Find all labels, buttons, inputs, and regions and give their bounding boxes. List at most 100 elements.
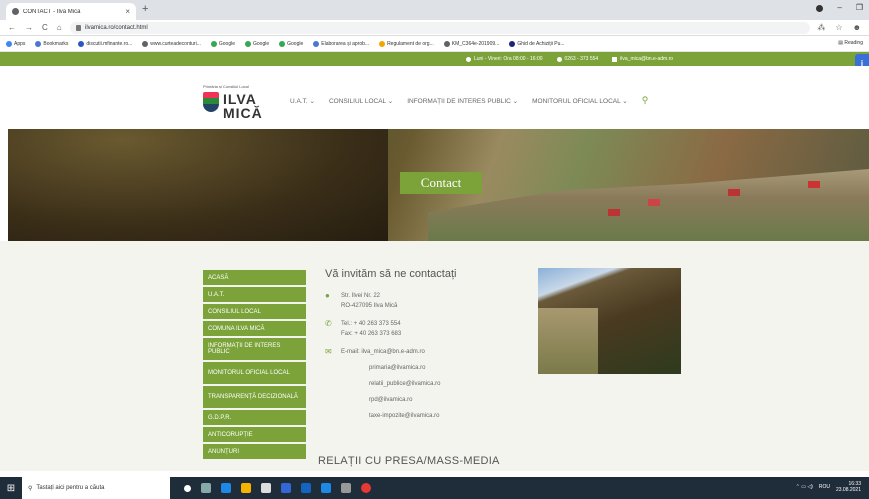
clock[interactable]: 16:33 23.08.2021 [836, 481, 861, 493]
email-link[interactable]: rpd@ilvamica.ro [369, 397, 412, 403]
new-tab-icon[interactable]: + [142, 3, 148, 15]
home-icon[interactable]: ⌂ [57, 23, 62, 32]
url-field[interactable]: ilvamica.ro/contact.html [70, 22, 810, 34]
edge-icon[interactable] [221, 483, 231, 493]
hours-info: Luni - Vineri: Ora 08:00 - 16:00 [465, 56, 543, 62]
bookmark-label: Apps [14, 40, 26, 47]
reload-icon[interactable]: C [42, 23, 48, 32]
top-info-bar: Luni - Vineri: Ora 08:00 - 16:00 0263 - … [0, 52, 869, 66]
coat-of-arms-icon [203, 92, 219, 112]
main-nav: U.A.T. ⌄ CONSILIUL LOCAL ⌄ INFORMAȚII DE… [290, 95, 649, 106]
browser-tab[interactable]: CONTACT - Ilva Mică × [6, 3, 136, 20]
language-indicator[interactable]: ROU [819, 484, 830, 490]
phone-info[interactable]: 0263 - 373 554 [556, 56, 598, 62]
translate-icon[interactable]: ⁂ [817, 23, 825, 32]
bookmark-label: Regulament de org... [387, 40, 434, 47]
sidebar-item[interactable]: CONSILIUL LOCAL [203, 304, 306, 319]
bookmark-item[interactable]: Google [210, 40, 235, 47]
bookmark-item[interactable]: KM_C364e-201909... [443, 40, 500, 47]
clock-icon [465, 56, 471, 62]
bookmark-icon [210, 40, 217, 47]
word-icon[interactable] [281, 483, 291, 493]
browser-tab-bar: CONTACT - Ilva Mică × + – ❐ [0, 0, 869, 20]
banner-roof [808, 181, 820, 188]
taskbar-search[interactable]: ⚲ Tastați aici pentru a căuta [22, 477, 170, 499]
browser-nav: ← → C ⌂ [8, 23, 62, 32]
sidebar-item[interactable]: ACASĂ [203, 270, 306, 285]
bookmark-item[interactable]: Bookmarks [35, 40, 69, 47]
star-icon[interactable]: ☆ [835, 23, 842, 32]
window-controls: – ❐ [816, 3, 863, 12]
bookmark-icon [78, 40, 85, 47]
bookmark-item[interactable]: www.curteadeconturi... [142, 40, 201, 47]
sidebar-item[interactable]: ANUNȚURI [203, 444, 306, 459]
address-bar-row: ← → C ⌂ ilvamica.ro/contact.html ⁂ ☆ ☻ [0, 20, 869, 36]
reading-list[interactable]: ▤ Reading [838, 40, 863, 46]
close-tab-icon[interactable]: × [125, 7, 130, 16]
minimize-icon[interactable]: – [837, 3, 841, 12]
cortana-icon[interactable] [184, 484, 191, 492]
bookmark-item[interactable]: Regulament de org... [379, 40, 434, 47]
nav-item-uat[interactable]: U.A.T. ⌄ [290, 97, 315, 106]
mail-app-icon[interactable] [321, 483, 331, 493]
task-view-icon[interactable] [201, 483, 211, 493]
mail-icon [612, 56, 618, 62]
ie-icon[interactable] [301, 483, 311, 493]
nav-item-label: CONSILIUL LOCAL [328, 98, 386, 105]
bookmark-icon [313, 40, 320, 47]
sidebar-item[interactable]: MONITORUL OFICIAL LOCAL [203, 362, 306, 384]
sidebar-item[interactable]: COMUNA ILVA MICĂ [203, 321, 306, 336]
back-icon[interactable]: ← [8, 23, 16, 32]
tray-icons[interactable]: ⌃ ▭ ◁) [796, 484, 813, 490]
bookmark-label: Bookmarks [43, 40, 69, 47]
email-link[interactable]: relatii_publice@ilvamica.ro [369, 381, 440, 387]
nav-item-informatii[interactable]: INFORMAȚII DE INTERES PUBLIC ⌄ [407, 97, 518, 106]
bookmark-item[interactable]: Google [245, 40, 269, 47]
bookmark-icon [6, 40, 12, 47]
bookmark-icon [509, 40, 516, 47]
profile-icon[interactable] [816, 5, 824, 12]
bookmark-item[interactable]: discutii.mfinante.ro... [78, 40, 133, 47]
email-link[interactable]: primaria@ilvamica.ro [369, 365, 425, 371]
bookmark-item[interactable]: Google [279, 40, 303, 47]
tel-text[interactable]: Tel.: + 40 263 373 554 [341, 319, 401, 329]
bookmark-label: discutii.mfinante.ro... [86, 40, 133, 47]
email-text[interactable]: E-mail: ilva_mica@bn.e-adm.ro [341, 347, 425, 357]
banner-roof [608, 209, 620, 216]
sidebar-item[interactable]: G.D.P.R. [203, 410, 306, 425]
bookmark-item[interactable]: Elaborarea și aprob... [313, 40, 370, 47]
start-icon[interactable]: ⊞ [0, 477, 22, 499]
email-link[interactable]: taxe-impozite@ilvamica.ro [369, 413, 439, 419]
url-text: ilvamica.ro/contact.html [85, 25, 148, 31]
chrome-icon[interactable] [361, 483, 371, 493]
lock-icon [76, 25, 81, 31]
bookmark-label: Elaborarea și aprob... [321, 40, 370, 47]
email-info[interactable]: ilva_mica@bn.e-adm.ro [612, 56, 673, 62]
email-text: ilva_mica@bn.e-adm.ro [620, 56, 674, 62]
bookmark-label: KM_C364e-201909... [451, 40, 500, 47]
nav-item-monitorul[interactable]: MONITORUL OFICIAL LOCAL ⌄ [532, 97, 628, 106]
maximize-icon[interactable]: ❐ [856, 3, 863, 12]
sidebar-item[interactable]: U.A.T. [203, 287, 306, 302]
sidebar-item[interactable]: ANTICORUPȚIE [203, 427, 306, 442]
mail-icon: ✉ [325, 347, 332, 356]
forward-icon[interactable]: → [25, 23, 33, 32]
site-logo[interactable]: Primăria și Consiliul Local ILVA MICĂ [203, 84, 273, 124]
search-icon: ⚲ [28, 485, 33, 492]
bookmark-item[interactable]: Ghid de Achiziții Pu... [509, 40, 565, 47]
banner-roof [728, 189, 740, 196]
hours-text: Luni - Vineri: Ora 08:00 - 16:00 [473, 56, 543, 62]
sidebar-item[interactable]: INFORMAȚII DE INTERES PUBLIC [203, 338, 306, 360]
bookmark-item[interactable]: Apps [6, 40, 26, 47]
store-icon[interactable] [261, 483, 271, 493]
file-explorer-icon[interactable] [241, 483, 251, 493]
nav-item-consiliul-local[interactable]: CONSILIUL LOCAL ⌄ [329, 97, 393, 106]
contact-heading: Vă invităm să ne contactați [325, 268, 457, 280]
search-icon[interactable]: ⚲ [642, 95, 649, 106]
bookmarks-bar: Apps Bookmarks discutii.mfinante.ro... www.… [0, 36, 869, 52]
app-icon[interactable] [341, 483, 351, 493]
account-icon[interactable]: ☻ [853, 23, 861, 32]
sidebar-item[interactable]: TRANSPARENȚĂ DECIZIONALĂ [203, 386, 306, 408]
banner-roof [648, 199, 660, 206]
tab-title: CONTACT - Ilva Mică [23, 8, 81, 15]
